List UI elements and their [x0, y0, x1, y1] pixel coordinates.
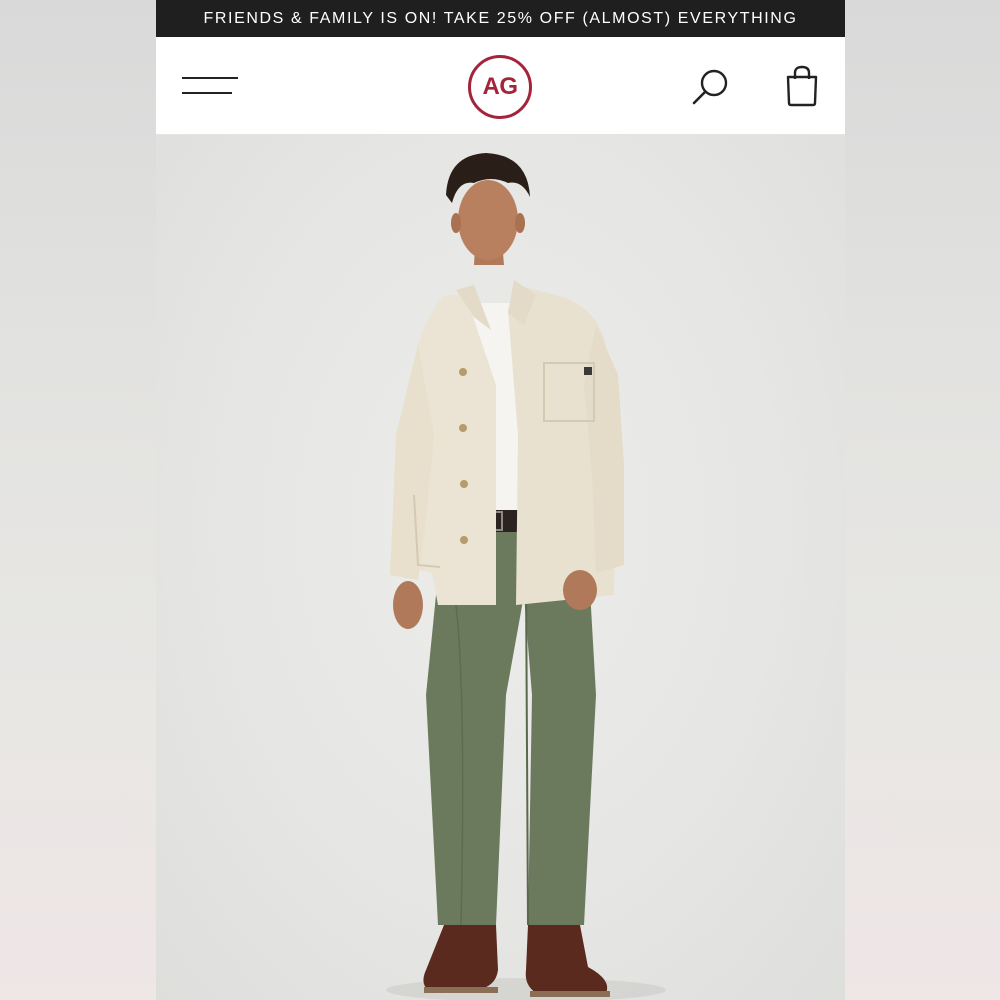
blurred-backdrop-left: [0, 0, 156, 1000]
menu-line: [182, 77, 238, 79]
hamburger-menu-icon[interactable]: [182, 77, 238, 97]
menu-line: [182, 92, 232, 94]
site-header: AG: [156, 37, 845, 135]
search-icon[interactable]: [691, 67, 731, 107]
brand-logo[interactable]: AG: [468, 55, 532, 119]
blurred-backdrop-right: [844, 0, 1000, 1000]
model-photo: [386, 153, 666, 1000]
hero-product-image[interactable]: [156, 135, 845, 1000]
brand-logo-text: AG: [482, 73, 519, 100]
shopping-bag-icon[interactable]: [784, 65, 820, 107]
mobile-page: FRIENDS & FAMILY IS ON! TAKE 25% OFF (AL…: [156, 0, 845, 1000]
promo-banner-text: FRIENDS & FAMILY IS ON! TAKE 25% OFF (AL…: [203, 9, 798, 27]
promo-banner[interactable]: FRIENDS & FAMILY IS ON! TAKE 25% OFF (AL…: [156, 0, 845, 37]
